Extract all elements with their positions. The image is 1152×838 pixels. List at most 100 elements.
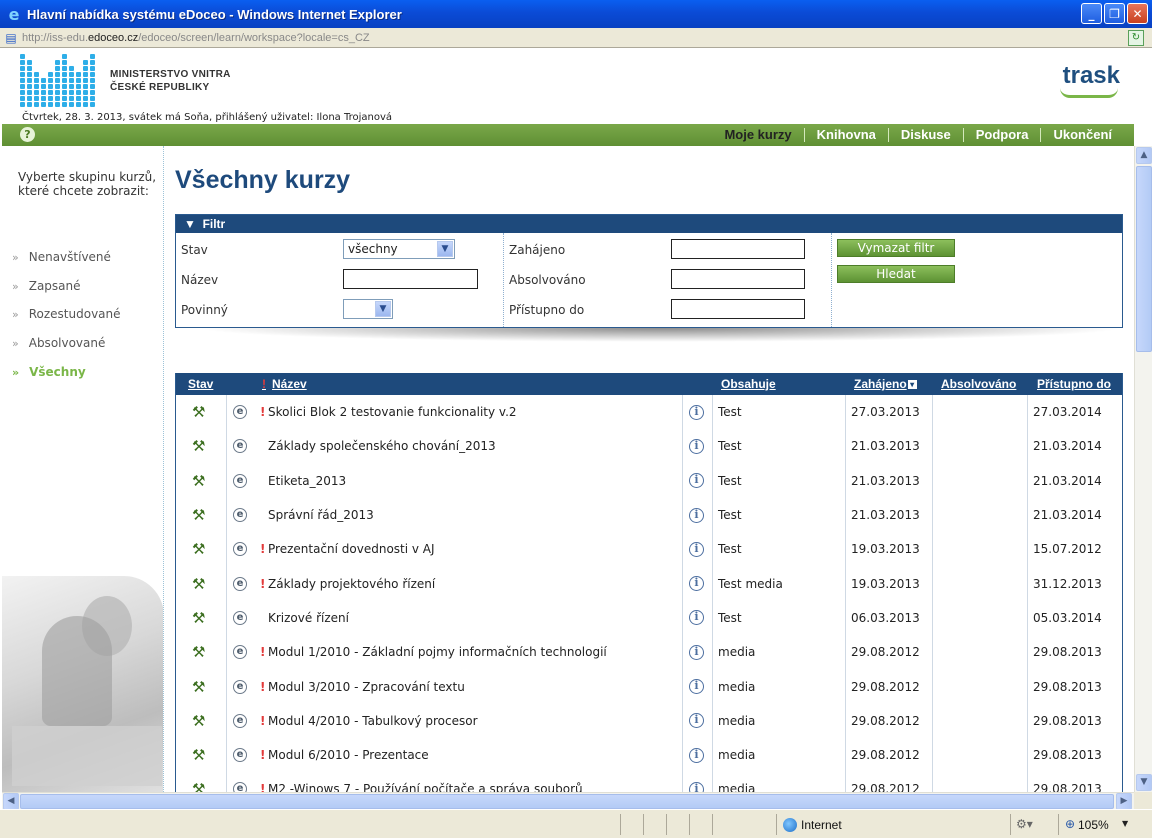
elearning-icon[interactable]: e	[233, 473, 247, 488]
course-name-link[interactable]: Skolici Blok 2 testovanie funkcionality …	[268, 395, 517, 429]
filter-stav-select[interactable]: všechny ▼	[343, 239, 455, 259]
filter-absolvovano-input[interactable]	[671, 269, 805, 289]
close-button[interactable]: ✕	[1127, 3, 1148, 24]
tools-icon[interactable]: ⚒	[192, 403, 205, 421]
compatibility-icon[interactable]: ↻	[1128, 30, 1144, 46]
elearning-icon[interactable]: e	[233, 576, 247, 591]
scroll-right-button[interactable]: ▶	[1116, 793, 1132, 810]
vertical-scroll-thumb[interactable]	[1136, 166, 1152, 352]
clear-filter-button[interactable]: Vymazat filtr	[837, 239, 955, 257]
sort-descending-icon[interactable]: ▾	[907, 380, 917, 390]
elearning-icon[interactable]: e	[233, 713, 247, 728]
filter-pristupno-input[interactable]	[671, 299, 805, 319]
info-icon[interactable]: i	[689, 679, 704, 695]
sidebar-item-vsechny[interactable]: » Všechny	[12, 365, 86, 379]
tools-icon[interactable]: ⚒	[192, 437, 205, 455]
info-icon[interactable]: i	[689, 507, 704, 523]
filter-povinny-select[interactable]: ▼	[343, 299, 393, 319]
table-row[interactable]: ⚒ e! Modul 1/2010 - Základní pojmy informa…	[176, 635, 1122, 669]
course-name-link[interactable]: Správní řád_2013	[268, 498, 374, 532]
scroll-left-button[interactable]: ◀	[3, 793, 19, 810]
col-header-pristupno[interactable]: Přístupno do	[1037, 373, 1111, 395]
restore-button[interactable]: ❐	[1104, 3, 1125, 24]
tools-icon[interactable]: ⚒	[192, 472, 205, 490]
tools-icon[interactable]: ⚒	[192, 506, 205, 524]
elearning-icon[interactable]: e	[233, 679, 247, 694]
col-header-obsahuje[interactable]: Obsahuje	[721, 373, 776, 395]
table-row[interactable]: ⚒ e! Základy projektového řízení i Test medi…	[176, 566, 1122, 600]
table-row[interactable]: ⚒ e! Modul 6/2010 - Prezentace i media 29.08.…	[176, 738, 1122, 772]
elearning-icon[interactable]: e	[233, 542, 247, 557]
tools-icon[interactable]: ⚒	[192, 643, 205, 661]
elearning-icon[interactable]: e	[233, 645, 247, 660]
filter-header[interactable]: ▼ Filtr	[176, 215, 1122, 233]
elearning-icon[interactable]: e	[233, 405, 247, 420]
table-row[interactable]: ⚒ e! Prezentační dovednosti v AJ i Test 19.03…	[176, 532, 1122, 566]
filter-zahajeno-input[interactable]	[671, 239, 805, 259]
horizontal-scrollbar[interactable]: ◀ ▶	[2, 792, 1134, 810]
tools-icon[interactable]: ⚒	[192, 780, 205, 792]
info-icon[interactable]: i	[689, 438, 704, 454]
course-name-link[interactable]: Krizové řízení	[268, 601, 349, 635]
elearning-icon[interactable]: e	[233, 782, 247, 792]
tools-icon[interactable]: ⚒	[192, 712, 205, 730]
table-row[interactable]: ⚒ e! Modul 3/2010 - Zpracování textu i media…	[176, 669, 1122, 703]
tools-icon[interactable]: ⚒	[192, 609, 205, 627]
info-icon[interactable]: i	[689, 781, 704, 792]
address-url[interactable]: http://iss-edu.edoceo.cz/edoceo/screen/l…	[22, 32, 370, 44]
table-row[interactable]: ⚒ e Krizové řízení i Test 06.03.2013 05.03.201…	[176, 601, 1122, 635]
protected-mode-icon[interactable]: ⚙▾	[1016, 817, 1033, 832]
info-icon[interactable]: i	[689, 610, 704, 626]
table-row[interactable]: ⚒ e Základy společenského chování_2013 i Tes…	[176, 429, 1122, 463]
course-name-link[interactable]: Modul 1/2010 - Základní pojmy informační…	[268, 635, 607, 669]
table-row[interactable]: ⚒ e! Modul 4/2010 - Tabulkový procesor i med…	[176, 704, 1122, 738]
elearning-icon[interactable]: e	[233, 508, 247, 523]
tools-icon[interactable]: ⚒	[192, 575, 205, 593]
sidebar-item-nenavstivene[interactable]: » Nenavštívené	[12, 250, 111, 264]
info-icon[interactable]: i	[689, 713, 704, 729]
col-header-absolvovano[interactable]: Absolvováno	[941, 373, 1016, 395]
course-name-link[interactable]: Modul 3/2010 - Zpracování textu	[268, 669, 465, 703]
col-header-zahajeno[interactable]: Zahájeno ▾	[854, 373, 917, 395]
col-header-nazev[interactable]: ! Název	[262, 373, 307, 395]
elearning-icon[interactable]: e	[233, 610, 247, 625]
course-name-link[interactable]: M2 -Winows 7 - Používání počítače a sprá…	[268, 772, 583, 792]
table-row[interactable]: ⚒ e Správní řád_2013 i Test 21.03.2013 21.03.2…	[176, 498, 1122, 532]
course-name-link[interactable]: Prezentační dovednosti v AJ	[268, 532, 435, 566]
address-bar[interactable]: ▤ http://iss-edu.edoceo.cz/edoceo/screen…	[0, 28, 1152, 48]
nav-podpora[interactable]: Podpora	[962, 128, 1041, 142]
nav-knihovna[interactable]: Knihovna	[803, 128, 888, 142]
table-row[interactable]: ⚒ e! M2 -Winows 7 - Používání počítače a s…	[176, 772, 1122, 792]
info-icon[interactable]: i	[689, 644, 704, 660]
info-icon[interactable]: i	[689, 576, 704, 592]
zoom-icon[interactable]: ⊕	[1065, 817, 1075, 831]
course-name-link[interactable]: Etiketa_2013	[268, 464, 346, 498]
table-row[interactable]: ⚒ e Etiketa_2013 i Test 21.03.2013 21.03.2014	[176, 464, 1122, 498]
nav-moje-kurzy[interactable]: Moje kurzy	[712, 128, 803, 142]
horizontal-scroll-thumb[interactable]	[20, 794, 1114, 809]
sidebar-item-zapsane[interactable]: » Zapsané	[12, 279, 81, 293]
search-button[interactable]: Hledat	[837, 265, 955, 283]
elearning-icon[interactable]: e	[233, 748, 247, 763]
tools-icon[interactable]: ⚒	[192, 678, 205, 696]
course-name-link[interactable]: Základy společenského chování_2013	[268, 429, 496, 463]
tools-icon[interactable]: ⚒	[192, 746, 205, 764]
info-icon[interactable]: i	[689, 747, 704, 763]
zoom-dropdown-icon[interactable]: ▼	[1122, 819, 1128, 828]
minimize-button[interactable]: _	[1081, 3, 1102, 24]
course-name-link[interactable]: Modul 4/2010 - Tabulkový procesor	[268, 704, 478, 738]
tools-icon[interactable]: ⚒	[192, 540, 205, 558]
col-header-stav[interactable]: Stav	[188, 373, 213, 395]
sidebar-item-absolvovane[interactable]: » Absolvované	[12, 336, 105, 350]
course-name-link[interactable]: Základy projektového řízení	[268, 566, 435, 600]
vertical-scrollbar[interactable]: ▲ ▼	[1134, 146, 1152, 792]
course-name-link[interactable]: Modul 6/2010 - Prezentace	[268, 738, 429, 772]
nav-diskuse[interactable]: Diskuse	[887, 128, 963, 142]
scroll-up-button[interactable]: ▲	[1136, 147, 1152, 164]
elearning-icon[interactable]: e	[233, 439, 247, 454]
scroll-down-button[interactable]: ▼	[1136, 774, 1152, 791]
info-icon[interactable]: i	[689, 473, 704, 489]
sidebar-item-rozestudovane[interactable]: » Rozestudované	[12, 307, 121, 321]
filter-nazev-input[interactable]	[343, 269, 478, 289]
nav-ukonceni[interactable]: Ukončení	[1040, 128, 1124, 142]
